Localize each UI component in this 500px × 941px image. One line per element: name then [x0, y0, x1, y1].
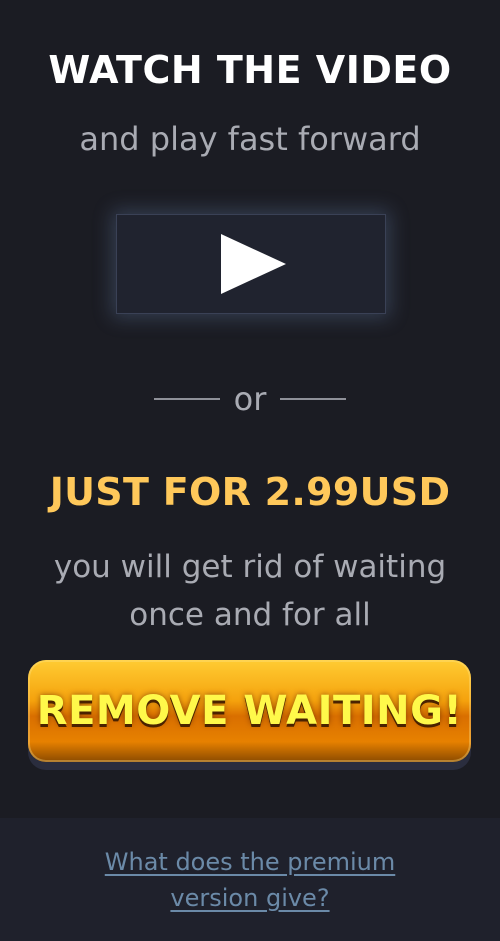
price-label: JUST FOR 2.99USD	[49, 470, 451, 514]
premium-info-link-line-2: version give?	[170, 884, 330, 912]
play-icon	[220, 234, 286, 294]
premium-info-link-line-1: What does the premium	[104, 848, 396, 876]
description-line-2: once and for all	[129, 597, 371, 633]
offer-main-section: WATCH THE VIDEO and play fast forward or…	[0, 0, 500, 818]
premium-info-link[interactable]: What does the premium version give?	[0, 844, 500, 916]
or-label: or	[233, 380, 267, 418]
watch-video-subtitle: and play fast forward	[79, 120, 421, 158]
or-divider: or	[0, 380, 500, 418]
description-line-1: you will get rid of waiting	[53, 549, 447, 585]
watch-video-title: WATCH THE VIDEO	[48, 48, 452, 92]
offer-description: you will get rid of waiting once and for…	[0, 543, 500, 639]
remove-waiting-button[interactable]: REMOVE WAITING!	[28, 660, 471, 762]
remove-waiting-label: REMOVE WAITING!	[36, 688, 463, 734]
watch-video-button[interactable]	[116, 214, 386, 314]
premium-offer-panel: WATCH THE VIDEO and play fast forward or…	[0, 0, 500, 941]
divider-line-left	[153, 398, 220, 400]
divider-line-right	[280, 398, 347, 400]
footer: What does the premium version give?	[0, 818, 500, 941]
